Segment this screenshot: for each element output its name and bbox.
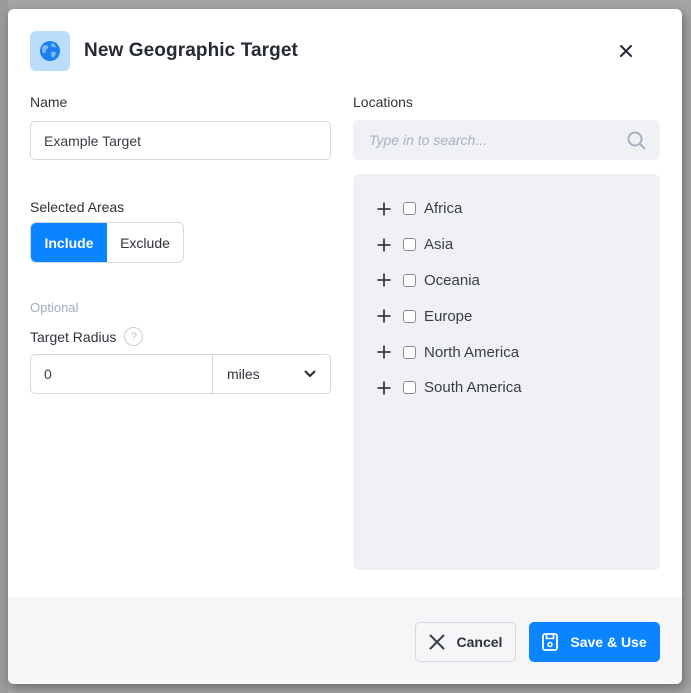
unit-select[interactable]: miles <box>213 355 330 393</box>
tree-item-europe: Europe <box>375 298 660 334</box>
search-placeholder: Type in to search... <box>369 132 488 148</box>
tree-item-oceania: Oceania <box>375 263 660 299</box>
dialog-header: New Geographic Target <box>30 31 660 71</box>
save-disk-icon <box>542 633 559 651</box>
location-checkbox[interactable] <box>403 381 416 395</box>
close-icon <box>620 45 632 57</box>
location-label: Europe <box>424 307 473 325</box>
backdrop <box>0 0 8 693</box>
optional-label: Optional <box>30 300 79 315</box>
expand-plus-icon[interactable] <box>375 236 393 254</box>
include-button[interactable]: Include <box>31 223 107 262</box>
tree-item-africa: Africa <box>375 191 660 227</box>
radius-field-group: 0 miles <box>30 354 331 394</box>
location-label: Africa <box>424 200 463 218</box>
dialog-title: New Geographic Target <box>84 40 298 61</box>
save-label: Save & Use <box>570 634 647 650</box>
radius-input-value: 0 <box>44 366 52 382</box>
name-label: Name <box>30 94 68 110</box>
expand-plus-icon[interactable] <box>375 343 393 361</box>
location-checkbox[interactable] <box>403 202 416 216</box>
selected-areas-label: Selected Areas <box>30 199 125 215</box>
globe-icon <box>30 31 70 71</box>
expand-plus-icon[interactable] <box>375 307 393 325</box>
location-search-input[interactable]: Type in to search... <box>353 120 660 160</box>
location-label: South America <box>424 379 522 397</box>
tree-item-asia: Asia <box>375 227 660 263</box>
radius-input[interactable]: 0 <box>31 355 213 393</box>
location-label: North America <box>424 343 520 361</box>
locations-label: Locations <box>353 94 413 110</box>
close-button[interactable] <box>614 39 638 63</box>
locations-column: Locations Type in to search... Africa As… <box>353 94 660 570</box>
target-radius-label: Target Radius <box>30 328 117 345</box>
unit-select-value: miles <box>227 366 260 382</box>
location-checkbox[interactable] <box>403 273 416 287</box>
name-input[interactable]: Example Target <box>30 121 331 160</box>
chevron-down-icon <box>304 370 316 377</box>
expand-plus-icon[interactable] <box>375 271 393 289</box>
close-icon <box>429 634 445 650</box>
location-tree: Africa Asia Oceania Europe North America <box>353 174 660 570</box>
location-checkbox[interactable] <box>403 345 416 359</box>
save-and-use-button[interactable]: Save & Use <box>529 622 660 662</box>
cancel-button[interactable]: Cancel <box>415 622 516 662</box>
name-input-value: Example Target <box>44 132 142 149</box>
tree-item-north-america: North America <box>375 334 660 370</box>
cancel-label: Cancel <box>456 634 503 650</box>
exclude-button[interactable]: Exclude <box>107 223 183 262</box>
location-checkbox[interactable] <box>403 238 416 252</box>
expand-plus-icon[interactable] <box>375 379 393 397</box>
settings-column: Name Example Target Selected Areas Inclu… <box>30 94 331 394</box>
dialog-footer: Cancel Save & Use <box>8 598 682 684</box>
geographic-target-dialog: New Geographic Target Name Example Targe… <box>8 9 682 684</box>
expand-plus-icon[interactable] <box>375 200 393 218</box>
location-label: Asia <box>424 236 454 254</box>
radius-label-row: Target Radius ? <box>30 327 331 346</box>
help-icon[interactable]: ? <box>124 327 144 346</box>
location-label: Oceania <box>424 271 480 289</box>
search-icon <box>627 131 646 149</box>
include-exclude-toggle: Include Exclude <box>30 222 184 263</box>
location-checkbox[interactable] <box>403 309 416 323</box>
tree-item-south-america: South America <box>375 370 660 406</box>
